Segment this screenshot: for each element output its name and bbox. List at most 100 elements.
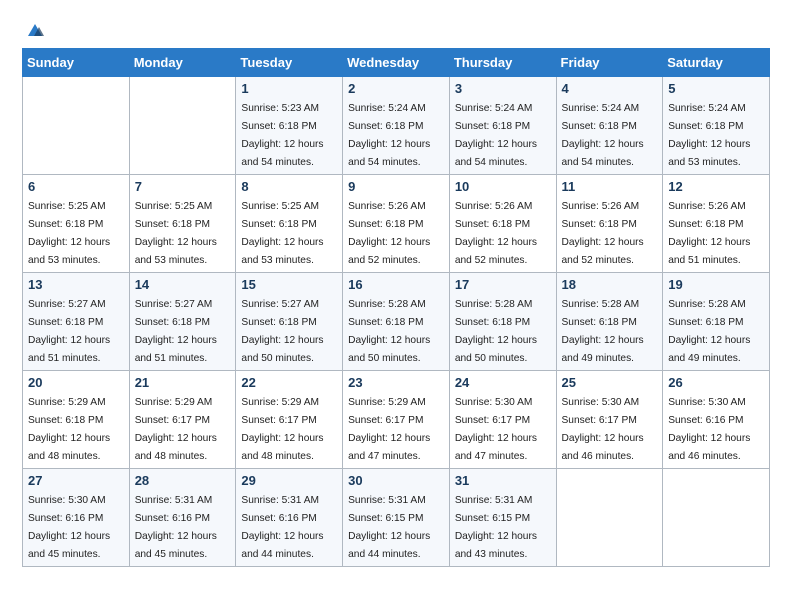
weekday-header-wednesday: Wednesday bbox=[343, 49, 450, 77]
day-info: Sunrise: 5:29 AMSunset: 6:17 PMDaylight:… bbox=[348, 397, 430, 462]
day-cell bbox=[23, 77, 130, 175]
day-number: 3 bbox=[455, 81, 551, 96]
week-row: 13 Sunrise: 5:27 AMSunset: 6:18 PMDayligh… bbox=[23, 273, 770, 371]
day-cell: 6Sunrise: 5:25 AMSunset: 6:18 PMDaylight… bbox=[23, 175, 130, 273]
logo bbox=[22, 18, 46, 42]
day-cell: 25 Sunrise: 5:30 AMSunset: 6:17 PMDayligh… bbox=[556, 371, 663, 469]
day-cell: 20 Sunrise: 5:29 AMSunset: 6:18 PMDayligh… bbox=[23, 371, 130, 469]
day-cell: 10Sunrise: 5:26 AMSunset: 6:18 PMDayligh… bbox=[449, 175, 556, 273]
day-info: Sunrise: 5:28 AMSunset: 6:18 PMDaylight:… bbox=[562, 299, 644, 364]
day-info: Sunrise: 5:28 AMSunset: 6:18 PMDaylight:… bbox=[455, 299, 537, 364]
logo-icon bbox=[24, 18, 46, 40]
day-info: Sunrise: 5:26 AMSunset: 6:18 PMDaylight:… bbox=[668, 201, 750, 266]
day-number: 14 bbox=[135, 277, 231, 292]
day-cell: 18 Sunrise: 5:28 AMSunset: 6:18 PMDayligh… bbox=[556, 273, 663, 371]
day-number: 27 bbox=[28, 473, 124, 488]
day-number: 28 bbox=[135, 473, 231, 488]
header bbox=[22, 18, 770, 42]
day-info: Sunrise: 5:23 AMSunset: 6:18 PMDaylight:… bbox=[241, 103, 323, 168]
day-number: 22 bbox=[241, 375, 337, 390]
day-cell: 23Sunrise: 5:29 AMSunset: 6:17 PMDayligh… bbox=[343, 371, 450, 469]
day-info: Sunrise: 5:24 AMSunset: 6:18 PMDaylight:… bbox=[455, 103, 537, 168]
day-number: 18 bbox=[562, 277, 658, 292]
day-cell: 19Sunrise: 5:28 AMSunset: 6:18 PMDayligh… bbox=[663, 273, 770, 371]
day-info: Sunrise: 5:26 AMSunset: 6:18 PMDaylight:… bbox=[562, 201, 644, 266]
day-info: Sunrise: 5:27 AMSunset: 6:18 PMDaylight:… bbox=[135, 299, 217, 364]
day-number: 1 bbox=[241, 81, 337, 96]
day-cell: 26Sunrise: 5:30 AMSunset: 6:16 PMDayligh… bbox=[663, 371, 770, 469]
day-info: Sunrise: 5:26 AMSunset: 6:18 PMDaylight:… bbox=[455, 201, 537, 266]
day-info: Sunrise: 5:31 AMSunset: 6:15 PMDaylight:… bbox=[348, 495, 430, 560]
weekday-header-thursday: Thursday bbox=[449, 49, 556, 77]
day-cell: 8Sunrise: 5:25 AMSunset: 6:18 PMDaylight… bbox=[236, 175, 343, 273]
day-info: Sunrise: 5:24 AMSunset: 6:18 PMDaylight:… bbox=[348, 103, 430, 168]
day-number: 20 bbox=[28, 375, 124, 390]
day-number: 12 bbox=[668, 179, 764, 194]
day-cell bbox=[663, 469, 770, 567]
day-cell: 21 Sunrise: 5:29 AMSunset: 6:17 PMDayligh… bbox=[129, 371, 236, 469]
day-info: Sunrise: 5:31 AMSunset: 6:16 PMDaylight:… bbox=[241, 495, 323, 560]
day-cell: 14 Sunrise: 5:27 AMSunset: 6:18 PMDayligh… bbox=[129, 273, 236, 371]
day-cell: 3 Sunrise: 5:24 AMSunset: 6:18 PMDaylight… bbox=[449, 77, 556, 175]
day-cell bbox=[556, 469, 663, 567]
day-cell: 5Sunrise: 5:24 AMSunset: 6:18 PMDaylight… bbox=[663, 77, 770, 175]
day-cell: 16Sunrise: 5:28 AMSunset: 6:18 PMDayligh… bbox=[343, 273, 450, 371]
day-cell: 22 Sunrise: 5:29 AMSunset: 6:17 PMDayligh… bbox=[236, 371, 343, 469]
week-row: 6Sunrise: 5:25 AMSunset: 6:18 PMDaylight… bbox=[23, 175, 770, 273]
day-info: Sunrise: 5:31 AMSunset: 6:15 PMDaylight:… bbox=[455, 495, 537, 560]
day-cell: 2 Sunrise: 5:24 AMSunset: 6:18 PMDaylight… bbox=[343, 77, 450, 175]
day-number: 25 bbox=[562, 375, 658, 390]
weekday-header-saturday: Saturday bbox=[663, 49, 770, 77]
day-number: 2 bbox=[348, 81, 444, 96]
day-info: Sunrise: 5:27 AMSunset: 6:18 PMDaylight:… bbox=[241, 299, 323, 364]
day-number: 19 bbox=[668, 277, 764, 292]
weekday-header-monday: Monday bbox=[129, 49, 236, 77]
day-number: 11 bbox=[562, 179, 658, 194]
day-cell: 7Sunrise: 5:25 AMSunset: 6:18 PMDaylight… bbox=[129, 175, 236, 273]
weekday-row: SundayMondayTuesdayWednesdayThursdayFrid… bbox=[23, 49, 770, 77]
weekday-header-tuesday: Tuesday bbox=[236, 49, 343, 77]
week-row: 20 Sunrise: 5:29 AMSunset: 6:18 PMDayligh… bbox=[23, 371, 770, 469]
day-cell bbox=[129, 77, 236, 175]
day-number: 9 bbox=[348, 179, 444, 194]
day-info: Sunrise: 5:30 AMSunset: 6:17 PMDaylight:… bbox=[455, 397, 537, 462]
calendar-body: 1 Sunrise: 5:23 AMSunset: 6:18 PMDaylight… bbox=[23, 77, 770, 567]
calendar-header: SundayMondayTuesdayWednesdayThursdayFrid… bbox=[23, 49, 770, 77]
day-cell: 11 Sunrise: 5:26 AMSunset: 6:18 PMDayligh… bbox=[556, 175, 663, 273]
day-info: Sunrise: 5:28 AMSunset: 6:18 PMDaylight:… bbox=[348, 299, 430, 364]
day-cell: 13Sunrise: 5:27 AMSunset: 6:18 PMDayligh… bbox=[23, 273, 130, 371]
day-info: Sunrise: 5:29 AMSunset: 6:17 PMDaylight:… bbox=[135, 397, 217, 462]
day-number: 4 bbox=[562, 81, 658, 96]
day-cell: 30 Sunrise: 5:31 AMSunset: 6:15 PMDayligh… bbox=[343, 469, 450, 567]
day-cell: 24Sunrise: 5:30 AMSunset: 6:17 PMDayligh… bbox=[449, 371, 556, 469]
weekday-header-sunday: Sunday bbox=[23, 49, 130, 77]
day-info: Sunrise: 5:24 AMSunset: 6:18 PMDaylight:… bbox=[668, 103, 750, 168]
day-cell: 4 Sunrise: 5:24 AMSunset: 6:18 PMDaylight… bbox=[556, 77, 663, 175]
weekday-header-friday: Friday bbox=[556, 49, 663, 77]
day-info: Sunrise: 5:30 AMSunset: 6:17 PMDaylight:… bbox=[562, 397, 644, 462]
day-number: 17 bbox=[455, 277, 551, 292]
day-cell: 27 Sunrise: 5:30 AMSunset: 6:16 PMDayligh… bbox=[23, 469, 130, 567]
day-number: 30 bbox=[348, 473, 444, 488]
day-number: 29 bbox=[241, 473, 337, 488]
day-number: 6 bbox=[28, 179, 124, 194]
day-info: Sunrise: 5:29 AMSunset: 6:17 PMDaylight:… bbox=[241, 397, 323, 462]
day-number: 21 bbox=[135, 375, 231, 390]
day-number: 13 bbox=[28, 277, 124, 292]
day-cell: 29 Sunrise: 5:31 AMSunset: 6:16 PMDayligh… bbox=[236, 469, 343, 567]
day-info: Sunrise: 5:29 AMSunset: 6:18 PMDaylight:… bbox=[28, 397, 110, 462]
day-info: Sunrise: 5:26 AMSunset: 6:18 PMDaylight:… bbox=[348, 201, 430, 266]
day-info: Sunrise: 5:30 AMSunset: 6:16 PMDaylight:… bbox=[668, 397, 750, 462]
day-info: Sunrise: 5:30 AMSunset: 6:16 PMDaylight:… bbox=[28, 495, 110, 560]
page: SundayMondayTuesdayWednesdayThursdayFrid… bbox=[0, 0, 792, 612]
day-number: 7 bbox=[135, 179, 231, 194]
day-cell: 17 Sunrise: 5:28 AMSunset: 6:18 PMDayligh… bbox=[449, 273, 556, 371]
calendar-table: SundayMondayTuesdayWednesdayThursdayFrid… bbox=[22, 48, 770, 567]
day-info: Sunrise: 5:24 AMSunset: 6:18 PMDaylight:… bbox=[562, 103, 644, 168]
week-row: 27 Sunrise: 5:30 AMSunset: 6:16 PMDayligh… bbox=[23, 469, 770, 567]
day-cell: 31Sunrise: 5:31 AMSunset: 6:15 PMDayligh… bbox=[449, 469, 556, 567]
day-info: Sunrise: 5:31 AMSunset: 6:16 PMDaylight:… bbox=[135, 495, 217, 560]
day-cell: 9 Sunrise: 5:26 AMSunset: 6:18 PMDaylight… bbox=[343, 175, 450, 273]
day-number: 15 bbox=[241, 277, 337, 292]
day-number: 8 bbox=[241, 179, 337, 194]
